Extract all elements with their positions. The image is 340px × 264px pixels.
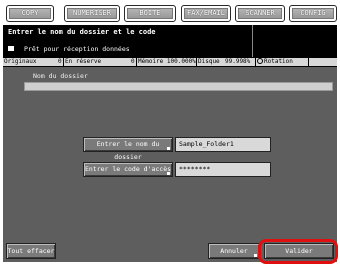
- originals-label: Originaux: [4, 58, 37, 65]
- tab-copy[interactable]: COPY: [6, 5, 54, 22]
- folder-name-display: [24, 82, 333, 91]
- corner-marker: [254, 254, 257, 257]
- enter-folder-name-button[interactable]: Entrer le nom du dossier: [83, 137, 173, 161]
- machine-status: Prêt pour réception données: [8, 45, 130, 53]
- disk-value: 99.998%: [225, 58, 251, 65]
- corner-marker: [167, 147, 170, 150]
- enter-access-code-button[interactable]: Entrer le code d'accès: [83, 162, 173, 177]
- page-title: Entrer le nom du dossier et le code: [8, 28, 156, 36]
- tab-fax-email[interactable]: FAX/EMAIL: [181, 5, 231, 22]
- tab-box[interactable]: BOITE: [124, 5, 176, 22]
- header-divider: [252, 25, 253, 57]
- tab-scanner[interactable]: SCANNER: [235, 5, 285, 22]
- main-panel: Entrer le nom du dossier et le code Prêt…: [3, 25, 337, 262]
- cancel-button[interactable]: Annuler: [208, 243, 260, 259]
- mode-tab-bar: COPY NUMERISER BOITE FAX/EMAIL SCANNER C…: [0, 0, 340, 24]
- printer-icon: [8, 46, 14, 51]
- footer-bar: Tout effacer Annuler Valider: [3, 240, 337, 262]
- status-bar: Originaux 0 En réserve 0 Mémoire 100.000…: [3, 57, 337, 67]
- access-code-value: ********: [175, 162, 271, 177]
- folder-name-label: Nom du dossier: [33, 72, 88, 80]
- reserve-label: En réserve: [65, 58, 102, 65]
- rotation-status: Rotation: [256, 58, 293, 66]
- message-header: Entrer le nom du dossier et le code Prêt…: [3, 25, 337, 57]
- ok-button[interactable]: Valider: [264, 243, 334, 259]
- disk-label: Disque: [198, 58, 220, 65]
- memory-status: Mémoire 100.000%: [138, 58, 196, 65]
- corner-marker: [167, 172, 170, 175]
- machine-status-text: Prêt pour réception données: [24, 45, 130, 53]
- rotation-icon: [257, 58, 263, 64]
- reserve-value: 0: [131, 58, 135, 65]
- tab-config[interactable]: CONFIG: [289, 5, 337, 22]
- clear-all-button[interactable]: Tout effacer: [6, 243, 56, 259]
- folder-name-value: Sample_Folder1: [175, 137, 271, 152]
- tab-scan[interactable]: NUMERISER: [64, 5, 120, 22]
- originals-value: 0: [58, 58, 62, 65]
